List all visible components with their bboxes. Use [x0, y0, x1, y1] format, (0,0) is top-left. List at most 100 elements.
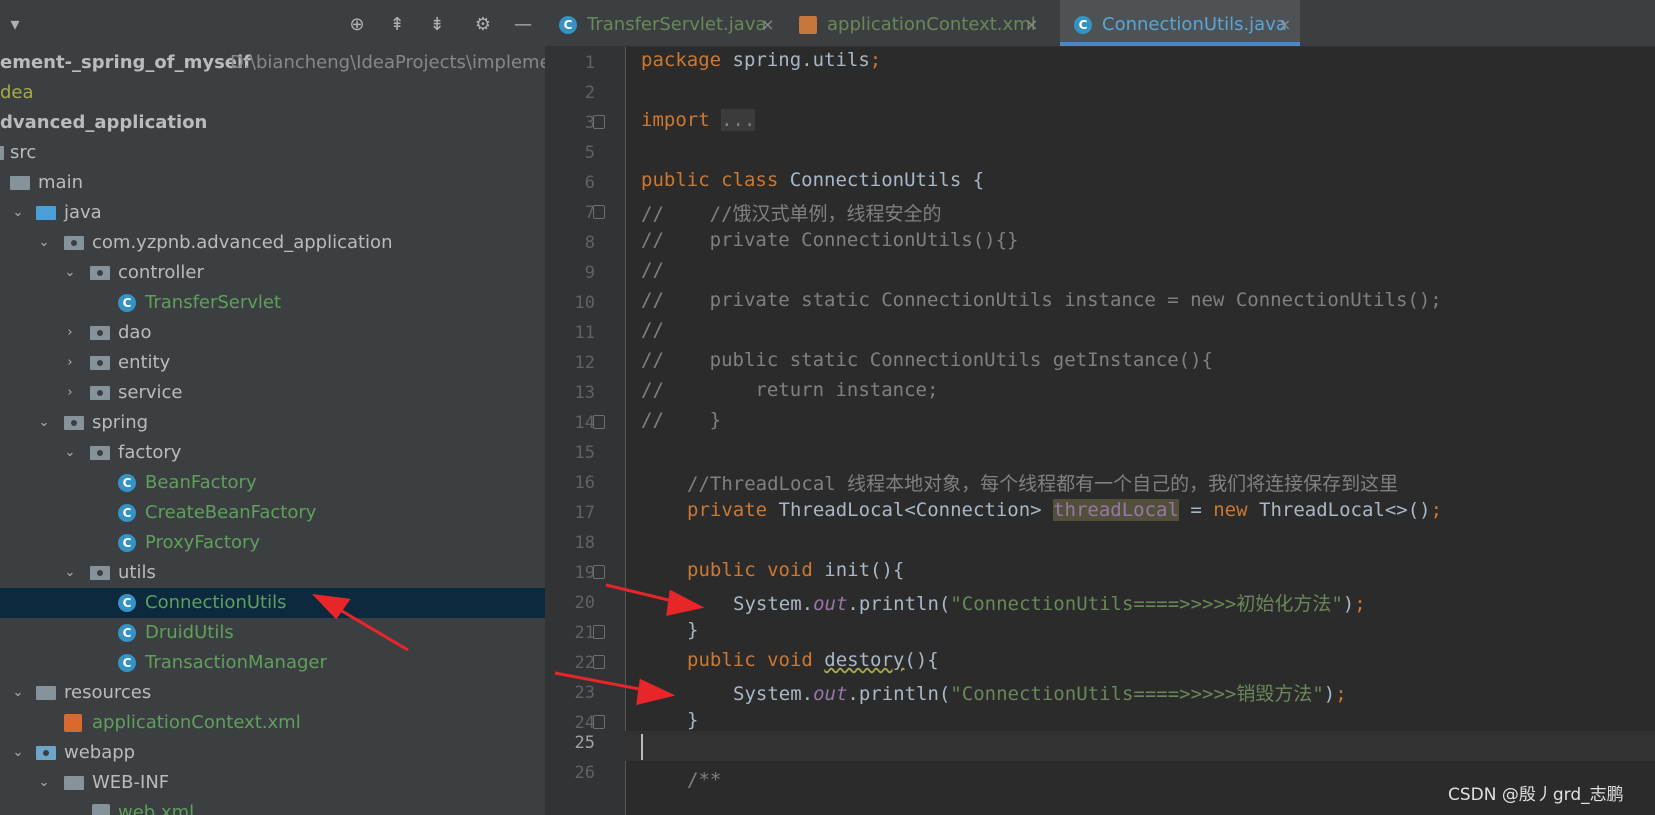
code-line-22: public void destory(){ [687, 649, 939, 671]
tree-item-druidutils[interactable]: C DruidUtils [0, 618, 545, 648]
tree-item-spring[interactable]: ⌄ spring [0, 408, 545, 438]
code-text: ) [1323, 683, 1336, 705]
tree-item-label: com.yzpnb.advanced_application [92, 232, 393, 253]
fold-icon[interactable] [593, 625, 605, 639]
tree-item-createbeanfactory[interactable]: C CreateBeanFactory [0, 498, 545, 528]
tree-item-label: webapp [64, 742, 136, 763]
tree-item-service[interactable]: › service [0, 378, 545, 408]
chevron-down-icon[interactable]: ⌄ [36, 768, 52, 798]
package-icon [90, 566, 110, 580]
tree-item-webapp[interactable]: ⌄ webapp [0, 738, 545, 768]
web-folder-icon [36, 746, 56, 760]
keyword: import [641, 109, 710, 131]
method-name: init [812, 559, 871, 581]
fold-icon[interactable] [593, 655, 605, 669]
tree-item-webxml[interactable]: web.xml [0, 798, 545, 815]
code-text: = [1178, 499, 1214, 521]
tree-item-label: CreateBeanFactory [145, 502, 317, 523]
tree-item-controller[interactable]: ⌄ controller [0, 258, 545, 288]
code-line-19: public void init(){ [687, 559, 904, 581]
code-line-8: // private ConnectionUtils(){} [641, 229, 1019, 251]
fold-icon[interactable] [593, 415, 605, 429]
tree-item-label: dea [0, 82, 34, 103]
tree-item-proxyfactory[interactable]: C ProxyFactory [0, 528, 545, 558]
chevron-down-icon[interactable]: ⌄ [62, 558, 78, 588]
tree-item-label: TransactionManager [145, 652, 327, 673]
chevron-down-icon[interactable]: ⌄ [10, 678, 26, 708]
line-number: 20 [574, 593, 595, 613]
line-number: 25 [574, 733, 595, 753]
close-icon[interactable]: × [761, 0, 774, 50]
line-number: 24 [574, 713, 595, 733]
chevron-down-icon[interactable]: ⌄ [62, 438, 78, 468]
resources-folder-icon [36, 686, 56, 700]
tree-item-web-inf[interactable]: ⌄ WEB-INF [0, 768, 545, 798]
java-class-icon: C [118, 594, 136, 612]
tree-item-module[interactable]: dvanced_application [0, 108, 545, 138]
code-text: System. [733, 683, 814, 705]
tab-label: applicationContext.xml [827, 14, 1036, 35]
code-line-23: System.out.println("ConnectionUtils====>… [733, 679, 1347, 706]
package-icon [90, 356, 110, 370]
chevron-down-icon[interactable]: ⌄ [36, 408, 52, 438]
tree-item-connectionutils[interactable]: C ConnectionUtils [0, 588, 545, 618]
line-number: 26 [574, 763, 595, 783]
editor-tabs: C TransferServlet.java × applicationCont… [545, 0, 1655, 47]
code-text: (){ [870, 559, 905, 581]
tree-item-src[interactable]: src [0, 138, 545, 168]
settings-icon[interactable]: ⚙ [472, 14, 494, 36]
tab-transferservlet[interactable]: C TransferServlet.java × [545, 0, 785, 46]
tree-item-applicationcontext[interactable]: applicationContext.xml [0, 708, 545, 738]
collapse-all-icon[interactable]: ⇟ [426, 14, 448, 36]
code-line-16: //ThreadLocal 线程本地对象，每个线程都有一个自己的，我们将连接保存… [687, 473, 1399, 495]
code-text: ConnectionUtils { [778, 169, 985, 191]
code-line-9: // [641, 259, 664, 281]
folded-imports[interactable]: ... [721, 109, 756, 131]
tree-item-entity[interactable]: › entity [0, 348, 545, 378]
chevron-right-icon[interactable]: › [62, 348, 78, 378]
tree-item-label: utils [118, 562, 156, 583]
fold-icon[interactable] [593, 715, 605, 729]
tree-item-package[interactable]: ⌄ com.yzpnb.advanced_application [0, 228, 545, 258]
code-line-10: // private static ConnectionUtils instan… [641, 289, 1442, 311]
tree-item-resources[interactable]: ⌄ resources [0, 678, 545, 708]
fold-icon[interactable] [593, 205, 605, 219]
chevron-down-icon[interactable]: ⌄ [10, 198, 26, 228]
fold-icon[interactable] [593, 115, 605, 129]
code-line-13: // return instance; [641, 379, 939, 401]
chevron-down-icon[interactable]: ⌄ [62, 258, 78, 288]
tree-item-dao[interactable]: › dao [0, 318, 545, 348]
tree-item-transferservlet[interactable]: C TransferServlet [0, 288, 545, 318]
tree-item-idea[interactable]: dea [0, 78, 545, 108]
tree-item-project-root[interactable]: ement-_spring_of_myself D:\biancheng\Ide… [0, 48, 545, 78]
tree-item-utils[interactable]: ⌄ utils [0, 558, 545, 588]
line-number: 22 [574, 653, 595, 673]
expand-all-icon[interactable]: ⇞ [386, 14, 408, 36]
chevron-right-icon[interactable]: › [62, 378, 78, 408]
tree-item-label: factory [118, 442, 182, 463]
tab-applicationcontext[interactable]: applicationContext.xml × [785, 0, 1045, 46]
tree-item-factory[interactable]: ⌄ factory [0, 438, 545, 468]
line-number: 19 [574, 563, 595, 583]
dropdown-icon[interactable]: ▾ [4, 14, 26, 36]
line-number: 10 [574, 293, 595, 313]
code-line-12: // public static ConnectionUtils getInst… [641, 349, 1213, 371]
chevron-right-icon[interactable]: › [62, 318, 78, 348]
tree-item-java[interactable]: ⌄ java [0, 198, 545, 228]
tree-item-beanfactory[interactable]: C BeanFactory [0, 468, 545, 498]
tree-item-main[interactable]: main [0, 168, 545, 198]
code-line-14: // } [641, 409, 722, 431]
chevron-down-icon[interactable]: ⌄ [10, 738, 26, 768]
fold-icon[interactable] [593, 565, 605, 579]
code-line-1: package spring.utils; [641, 49, 881, 71]
chevron-down-icon[interactable]: ⌄ [36, 228, 52, 258]
locate-icon[interactable]: ⊕ [346, 14, 368, 36]
close-icon[interactable]: × [1025, 0, 1038, 50]
tab-connectionutils[interactable]: C ConnectionUtils.java × [1060, 0, 1300, 46]
hide-icon[interactable]: — [512, 14, 534, 36]
code-text: (){ [904, 649, 939, 671]
line-number: 16 [574, 473, 595, 493]
close-icon[interactable]: × [1278, 0, 1291, 50]
tree-item-transactionmanager[interactable]: C TransactionManager [0, 648, 545, 678]
java-class-icon: C [118, 504, 136, 522]
